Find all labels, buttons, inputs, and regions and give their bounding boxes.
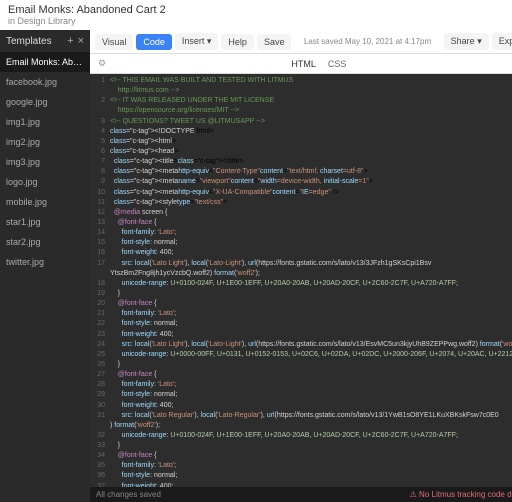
code-line[interactable]: 25 unicode-range: U+0000-00FF, U+0131, U… bbox=[90, 350, 512, 360]
sidebar-active-item[interactable]: Email Monks: Abandoned ... bbox=[0, 52, 90, 72]
close-icon[interactable]: × bbox=[78, 35, 84, 47]
code-line[interactable]: 19 } bbox=[90, 289, 512, 299]
code-line[interactable]: http://litmus.com --> bbox=[90, 86, 512, 96]
code-line[interactable]: 6class="c-tag"><head> bbox=[90, 147, 512, 157]
editor-pane: Visual Code Insert ▾ Help Save Last save… bbox=[90, 30, 512, 502]
code-line[interactable]: YtszBm2Fng8jh1ycVzcbQ.woff2) format('wof… bbox=[90, 269, 512, 279]
sidebar-list: facebook.jpggoogle.jpgimg1.jpgimg2.jpgim… bbox=[0, 72, 90, 502]
editor-tabbar: ⚙ HTML CSS bbox=[90, 54, 512, 74]
code-line[interactable]: 1<!-- THIS EMAIL WAS BUILT AND TESTED WI… bbox=[90, 76, 512, 86]
add-icon[interactable]: + bbox=[67, 35, 73, 47]
sidebar-item[interactable]: star1.jpg bbox=[0, 212, 90, 232]
code-line[interactable]: 24 src: local('Lato Light'), local('Lato… bbox=[90, 340, 512, 350]
main: Templates + × Email Monks: Abandoned ...… bbox=[0, 30, 512, 502]
code-line[interactable]: 3<!-- QUESTIONS? TWEET US @LITMUSAPP --> bbox=[90, 117, 512, 127]
page-breadcrumb[interactable]: in Design Library bbox=[8, 16, 504, 26]
share-button[interactable]: Share ▾ bbox=[444, 33, 489, 50]
page-header: Email Monks: Abandoned Cart 2 in Design … bbox=[0, 0, 512, 30]
code-editor[interactable]: 1<!-- THIS EMAIL WAS BUILT AND TESTED WI… bbox=[90, 74, 512, 487]
insert-button[interactable]: Insert ▾ bbox=[175, 33, 219, 50]
code-line[interactable]: 10 class="c-tag"><meta http-equiv="X-UA-… bbox=[90, 188, 512, 198]
code-line[interactable]: 13 @font-face { bbox=[90, 218, 512, 228]
last-saved-text: Last saved May 10, 2021 at 4:17pm bbox=[294, 37, 440, 46]
status-saved: All changes saved bbox=[96, 490, 161, 499]
code-line[interactable]: 23 font-weight: 400; bbox=[90, 330, 512, 340]
toolbar: Visual Code Insert ▾ Help Save Last save… bbox=[90, 30, 512, 54]
export-button[interactable]: Export ▾ bbox=[492, 33, 512, 50]
code-button[interactable]: Code bbox=[136, 34, 172, 50]
tab-css[interactable]: CSS bbox=[328, 55, 347, 73]
code-line[interactable]: 34 @font-face { bbox=[90, 451, 512, 461]
code-line[interactable]: 18 unicode-range: U+0100-024F, U+1E00-1E… bbox=[90, 279, 512, 289]
help-button[interactable]: Help bbox=[221, 34, 254, 50]
code-line[interactable]: 8 class="c-tag"><meta http-equiv="Conten… bbox=[90, 167, 512, 177]
sidebar-item[interactable]: twitter.jpg bbox=[0, 252, 90, 272]
code-line[interactable]: ) format('woff2'); bbox=[90, 421, 512, 431]
code-line[interactable]: 36 font-style: normal; bbox=[90, 471, 512, 481]
code-line[interactable]: 17 src: local('Lato Light'), local('Lato… bbox=[90, 259, 512, 269]
code-line[interactable]: 28 font-family: 'Lato'; bbox=[90, 380, 512, 390]
code-line[interactable]: 4class="c-tag"><!DOCTYPE html> bbox=[90, 127, 512, 137]
sidebar-item[interactable]: google.jpg bbox=[0, 92, 90, 112]
code-line[interactable]: 14 font-family: 'Lato'; bbox=[90, 228, 512, 238]
sidebar: Templates + × Email Monks: Abandoned ...… bbox=[0, 30, 90, 502]
code-line[interactable]: 33 } bbox=[90, 441, 512, 451]
code-line[interactable]: 9 class="c-tag"><meta name="viewport" co… bbox=[90, 177, 512, 187]
code-line[interactable]: 29 font-style: normal; bbox=[90, 390, 512, 400]
code-line[interactable]: https://opensource.org/licenses/MIT --> bbox=[90, 106, 512, 116]
sidebar-title: Templates bbox=[6, 36, 52, 47]
sidebar-header: Templates + × bbox=[0, 30, 90, 52]
status-bar: All changes saved ⚠ No Litmus tracking c… bbox=[90, 487, 512, 502]
gear-icon[interactable]: ⚙ bbox=[90, 54, 114, 73]
sidebar-item[interactable]: img1.jpg bbox=[0, 112, 90, 132]
code-line[interactable]: 32 unicode-range: U+0100-024F, U+1E00-1E… bbox=[90, 431, 512, 441]
code-line[interactable]: 2<!-- IT WAS RELEASED UNDER THE MIT LICE… bbox=[90, 96, 512, 106]
code-line[interactable]: 27 @font-face { bbox=[90, 370, 512, 380]
sidebar-item[interactable]: mobile.jpg bbox=[0, 192, 90, 212]
visual-button[interactable]: Visual bbox=[95, 34, 133, 50]
sidebar-item[interactable]: logo.jpg bbox=[0, 172, 90, 192]
code-line[interactable]: 30 font-weight: 400; bbox=[90, 401, 512, 411]
tab-html[interactable]: HTML bbox=[291, 55, 316, 73]
code-line[interactable]: 26 } bbox=[90, 360, 512, 370]
code-line[interactable]: 15 font-style: normal; bbox=[90, 238, 512, 248]
code-line[interactable]: 20 @font-face { bbox=[90, 299, 512, 309]
status-warning[interactable]: ⚠ No Litmus tracking code detected bbox=[410, 490, 512, 499]
code-line[interactable]: 21 font-family: 'Lato'; bbox=[90, 309, 512, 319]
sidebar-item[interactable]: star2.jpg bbox=[0, 232, 90, 252]
code-line[interactable]: 12 @media screen { bbox=[90, 208, 512, 218]
code-line[interactable]: 31 src: local('Lato Regular'), local('La… bbox=[90, 411, 512, 421]
sidebar-item[interactable]: img2.jpg bbox=[0, 132, 90, 152]
save-button[interactable]: Save bbox=[257, 34, 292, 50]
code-line[interactable]: 16 font-weight: 400; bbox=[90, 248, 512, 258]
code-line[interactable]: 7 class="c-tag"><title>class="c-tag"></t… bbox=[90, 157, 512, 167]
code-line[interactable]: 11 class="c-tag"><style type="text/css"> bbox=[90, 198, 512, 208]
sidebar-item[interactable]: facebook.jpg bbox=[0, 72, 90, 92]
sidebar-item[interactable]: img3.jpg bbox=[0, 152, 90, 172]
code-line[interactable]: 5class="c-tag"><html> bbox=[90, 137, 512, 147]
page-title: Email Monks: Abandoned Cart 2 bbox=[8, 4, 504, 16]
code-line[interactable]: 22 font-style: normal; bbox=[90, 319, 512, 329]
code-line[interactable]: 35 font-family: 'Lato'; bbox=[90, 461, 512, 471]
